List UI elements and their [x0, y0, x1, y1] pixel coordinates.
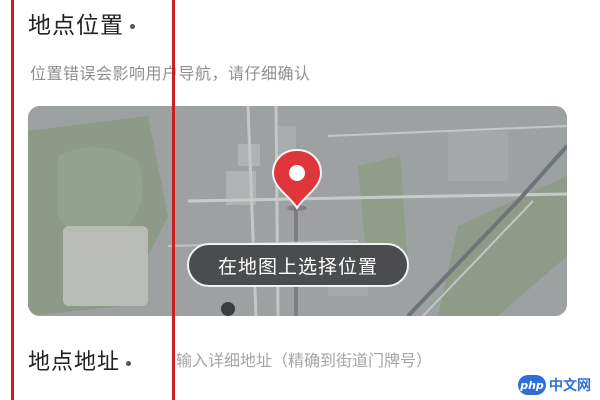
watermark: php 中文网 — [518, 372, 598, 398]
select-on-map-button[interactable]: 在地图上选择位置 — [187, 243, 409, 287]
watermark-text: 中文网 — [549, 378, 591, 394]
guide-line-left — [11, 0, 14, 400]
required-dot — [130, 24, 135, 29]
location-title: 地点位置 — [28, 6, 135, 40]
location-pin-icon — [271, 148, 323, 211]
required-dot — [126, 360, 132, 366]
php-logo: php — [518, 375, 546, 395]
address-title: 地点地址 — [28, 344, 132, 376]
address-input[interactable] — [176, 345, 576, 375]
location-hint: 位置错误会影响用户导航，请仔细确认 — [30, 64, 311, 83]
guide-line-right — [172, 0, 175, 400]
